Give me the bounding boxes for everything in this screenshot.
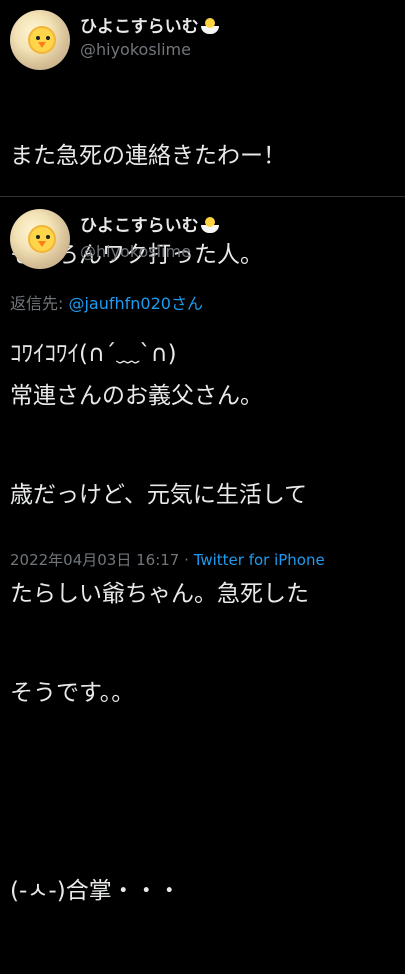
text-line: たらしい爺ちゃん。急死した bbox=[10, 581, 309, 607]
text-line: (-ㅅ-)合掌・・・ bbox=[10, 878, 181, 904]
avatar[interactable] bbox=[10, 209, 70, 269]
text-line bbox=[10, 776, 397, 809]
handle[interactable]: @hiyokoslime bbox=[80, 40, 191, 59]
display-name[interactable]: ひよこすらいむ bbox=[80, 17, 199, 37]
tweet-2[interactable]: ひよこすらいむ @hiyokoslime 返信先: @jaufhfn020さん … bbox=[0, 197, 405, 904]
meta-separator: · bbox=[179, 551, 194, 569]
chick-icon bbox=[28, 225, 56, 253]
source-link[interactable]: Twitter for iPhone bbox=[194, 551, 325, 569]
tweet-meta: 2022年04月03日 16:17 · Twitter for iPhone bbox=[10, 549, 325, 570]
beak bbox=[38, 241, 46, 247]
text-line: 常連さんのお義父さん。 bbox=[10, 383, 263, 409]
tweet-1[interactable]: ひよこすらいむ @hiyokoslime また急死の連絡きたわー！ もちろんワク… bbox=[0, 0, 405, 367]
tweet-text: 常連さんのお義父さん。 歳だっけど、元気に生活して たらしい爺ちゃん。急死した … bbox=[10, 314, 397, 974]
reply-prefix: 返信先: bbox=[10, 294, 69, 313]
hatching-chick-icon bbox=[200, 18, 219, 34]
avatar[interactable] bbox=[10, 10, 70, 70]
timestamp[interactable]: 2022年04月03日 16:17 bbox=[10, 551, 179, 569]
eye-left bbox=[36, 235, 40, 239]
eye-right bbox=[46, 36, 50, 40]
display-name-row[interactable]: ひよこすらいむ bbox=[80, 211, 219, 236]
text-line: 歳だっけど、元気に生活して bbox=[10, 482, 308, 508]
display-name[interactable]: ひよこすらいむ bbox=[80, 216, 199, 236]
hatching-chick-icon bbox=[200, 217, 219, 233]
handle[interactable]: @hiyokoslime bbox=[80, 242, 191, 261]
beak bbox=[38, 42, 46, 48]
eye-right bbox=[46, 235, 50, 239]
reply-mention-link[interactable]: @jaufhfn020さん bbox=[68, 294, 202, 313]
chick-icon bbox=[28, 26, 56, 54]
text-line: そうです。。 bbox=[10, 680, 135, 706]
reply-to: 返信先: @jaufhfn020さん bbox=[10, 290, 203, 314]
text-line: また急死の連絡きたわー！ bbox=[10, 143, 286, 169]
eye-left bbox=[36, 36, 40, 40]
display-name-row[interactable]: ひよこすらいむ bbox=[80, 12, 219, 37]
